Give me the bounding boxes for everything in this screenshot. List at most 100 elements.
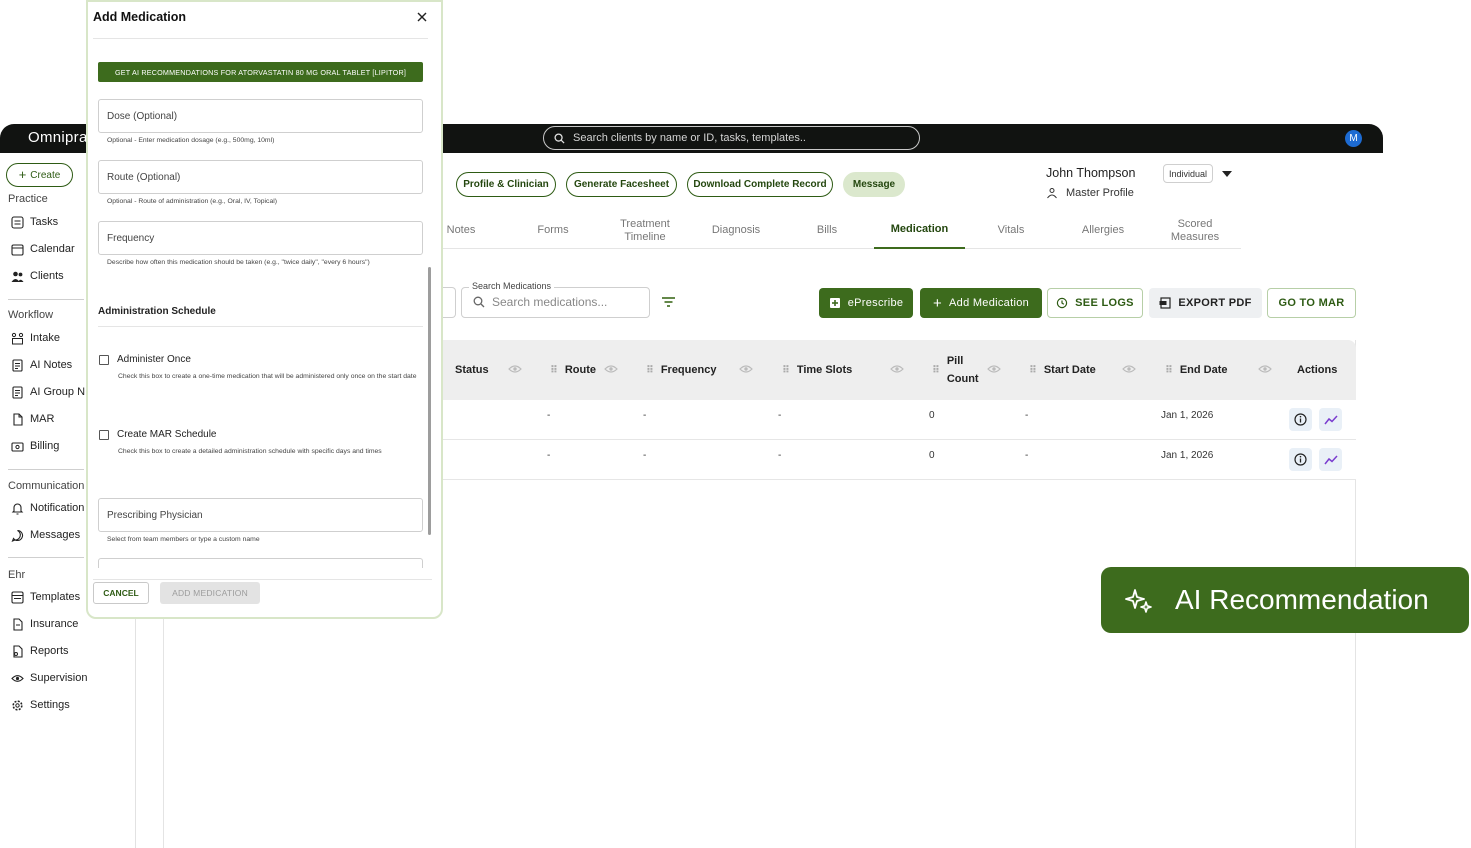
table-row[interactable]: - - - 0 - Jan 1, 2026 [440, 440, 1356, 480]
eye-icon[interactable] [739, 364, 753, 374]
profile-type-badge[interactable]: Individual [1163, 164, 1213, 183]
checkbox[interactable] [99, 429, 109, 440]
tab-medication[interactable]: Medication [874, 212, 965, 249]
sidebar-item-templates[interactable]: Templates [11, 587, 80, 607]
drag-handle-icon[interactable]: ⠿ [646, 365, 654, 376]
create-mar-schedule-label: Create MAR Schedule [117, 429, 217, 440]
go-to-mar-button[interactable]: GO TO MAR [1267, 288, 1356, 318]
sidebar-item-tasks[interactable]: Tasks [11, 212, 58, 232]
tab-scored-measures[interactable]: Scored Measures [1149, 212, 1241, 249]
col-time-slots[interactable]: ⠿ Time Slots [782, 340, 852, 400]
tab-vitals[interactable]: Vitals [965, 212, 1057, 249]
message-button[interactable]: Message [843, 172, 905, 197]
tab-treatment-timeline[interactable]: Treatment Timeline [599, 212, 691, 249]
history-icon [1056, 297, 1068, 309]
sidebar-item-insurance[interactable]: Insurance [11, 614, 78, 634]
administer-once-checkbox[interactable]: Administer Once [99, 354, 191, 365]
see-logs-button[interactable]: SEE LOGS [1047, 288, 1143, 318]
sidebar-item-settings[interactable]: Settings [11, 695, 70, 715]
pdf-icon [1159, 297, 1171, 309]
search-medications-field[interactable]: Search medications... [473, 295, 607, 309]
trend-button[interactable] [1319, 408, 1342, 431]
trend-button[interactable] [1319, 448, 1342, 471]
frequency-field[interactable]: Frequency [98, 221, 423, 255]
checkbox[interactable] [99, 354, 109, 365]
sidebar-item-mar[interactable]: MAR [11, 409, 54, 429]
ai-recommendation-button[interactable]: AI Recommendation [1101, 567, 1469, 633]
cell-route: - [547, 410, 551, 421]
download-record-button[interactable]: Download Complete Record [687, 172, 833, 197]
users-icon [11, 270, 24, 283]
info-button[interactable] [1289, 448, 1312, 471]
sidebar-item-reports[interactable]: Reports [11, 641, 69, 661]
section-workflow: Workflow [8, 309, 54, 321]
user-avatar[interactable]: M [1345, 130, 1362, 147]
filter-icon[interactable] [661, 296, 676, 308]
eye-icon[interactable] [604, 364, 618, 374]
eye-icon[interactable] [890, 364, 904, 374]
sidebar-item-notifications[interactable]: Notification [11, 498, 84, 518]
insurance-icon [11, 617, 24, 631]
gear-icon [11, 699, 24, 712]
sidebar-item-intake[interactable]: Intake [11, 328, 60, 348]
eprescribe-button[interactable]: ePrescribe [819, 288, 913, 318]
create-button[interactable]: + Create [6, 163, 73, 187]
tab-diagnosis[interactable]: Diagnosis [691, 212, 781, 249]
info-icon [1294, 453, 1307, 466]
col-end-date[interactable]: ⠿ End Date [1165, 340, 1228, 400]
dose-field[interactable]: Dose (Optional) [98, 99, 423, 133]
bell-icon [11, 502, 24, 515]
sidebar-label-billing: Billing [30, 440, 60, 452]
drag-handle-icon[interactable]: ⠿ [782, 365, 790, 376]
prescribing-physician-field[interactable]: Prescribing Physician [98, 498, 423, 532]
table-row[interactable]: - - - 0 - Jan 1, 2026 [440, 400, 1356, 440]
sidebar-label-settings: Settings [30, 699, 70, 711]
eye-icon[interactable] [1122, 364, 1136, 374]
tab-treatment-timeline-label: Treatment Timeline [620, 217, 670, 243]
col-route[interactable]: ⠿ Route [550, 340, 596, 400]
cancel-button[interactable]: CANCEL [93, 582, 149, 604]
drag-handle-icon[interactable]: ⠿ [1165, 365, 1173, 376]
add-medication-button[interactable]: + Add Medication [920, 288, 1042, 318]
close-icon[interactable] [417, 12, 427, 22]
drag-handle-icon[interactable]: ⠿ [550, 365, 558, 376]
sidebar-item-supervision[interactable]: Supervision [11, 668, 87, 688]
eye-icon[interactable] [1258, 364, 1272, 374]
add-medication-submit-button[interactable]: ADD MEDICATION [160, 582, 260, 604]
search-icon [473, 296, 485, 308]
get-ai-recommendations-button[interactable]: GET AI RECOMMENDATIONS FOR ATORVASTATIN … [98, 62, 423, 82]
col-start-date[interactable]: ⠿ Start Date [1029, 340, 1096, 400]
col-frequency[interactable]: ⠿ Frequency [646, 340, 716, 400]
col-status[interactable]: Status [455, 340, 489, 400]
drag-handle-icon[interactable]: ⠿ [932, 365, 940, 376]
sidebar-item-messages[interactable]: Messages [11, 525, 80, 545]
sidebar-item-calendar[interactable]: Calendar [11, 239, 75, 259]
route-field[interactable]: Route (Optional) [98, 160, 423, 194]
profile-clinician-button[interactable]: Profile & Clinician [456, 172, 556, 197]
sidebar-item-clients[interactable]: Clients [11, 266, 64, 286]
col-status-label: Status [455, 364, 489, 376]
next-field[interactable] [98, 558, 423, 568]
tab-bills[interactable]: Bills [781, 212, 873, 249]
sidebar-item-ai-group-notes[interactable]: AI Group N [11, 382, 85, 402]
sidebar-item-ai-notes[interactable]: AI Notes [11, 355, 72, 375]
drag-handle-icon[interactable]: ⠿ [1029, 365, 1037, 376]
tasks-icon [11, 215, 24, 229]
tab-allergies[interactable]: Allergies [1057, 212, 1149, 249]
section-ehr: Ehr [8, 569, 26, 581]
generate-facesheet-button[interactable]: Generate Facesheet [566, 172, 677, 197]
tab-forms[interactable]: Forms [507, 212, 599, 249]
person-icon [1047, 188, 1057, 199]
eye-icon[interactable] [508, 364, 522, 374]
modal-scrollbar[interactable] [428, 267, 431, 535]
create-mar-schedule-checkbox[interactable]: Create MAR Schedule [99, 429, 217, 440]
eye-icon[interactable] [987, 364, 1001, 374]
chevron-down-icon[interactable] [1222, 171, 1232, 177]
export-pdf-button[interactable]: EXPORT PDF [1149, 288, 1262, 318]
info-button[interactable] [1289, 408, 1312, 431]
sidebar-item-billing[interactable]: Billing [11, 436, 59, 456]
global-search-input[interactable]: Search clients by name or ID, tasks, tem… [543, 126, 920, 150]
cell-start-date: - [1025, 450, 1029, 461]
message-icon [11, 529, 24, 542]
col-pill-count[interactable]: ⠿ Pill Count [932, 340, 979, 400]
